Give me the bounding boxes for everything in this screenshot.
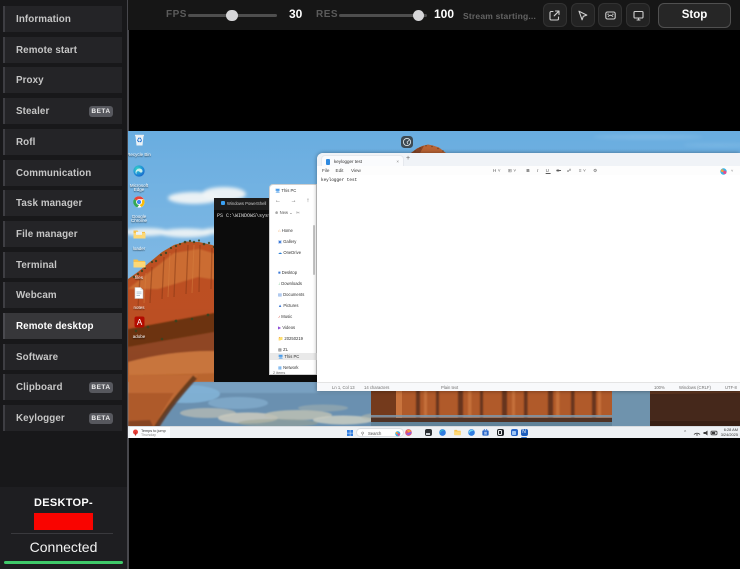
svg-text:♻: ♻ (136, 138, 142, 145)
svg-text:⊞: ⊞ (484, 431, 487, 436)
svg-text:A: A (136, 318, 142, 327)
